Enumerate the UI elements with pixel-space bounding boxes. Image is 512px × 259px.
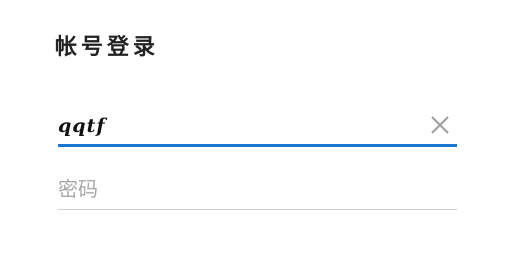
close-icon — [431, 116, 449, 134]
page-title: 帐号登录 — [55, 34, 160, 60]
password-input[interactable] — [58, 172, 418, 206]
account-input[interactable] — [58, 109, 418, 143]
account-field[interactable] — [58, 109, 457, 147]
clear-input-button[interactable] — [429, 114, 451, 136]
password-field[interactable] — [58, 172, 457, 210]
